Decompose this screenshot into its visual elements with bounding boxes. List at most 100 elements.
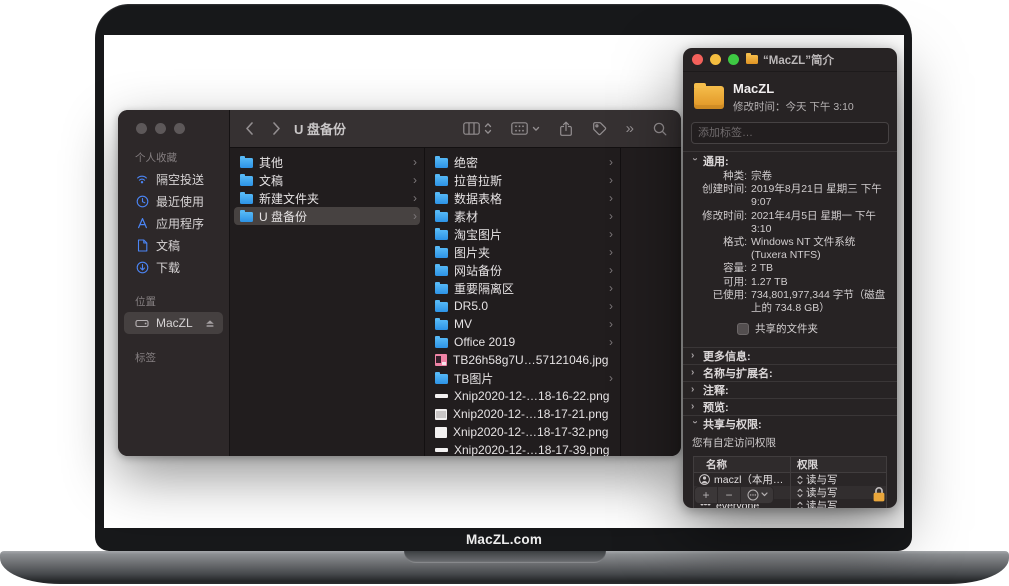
chevron-right-icon: › (609, 264, 613, 276)
ellipsis-circle-icon (747, 489, 759, 501)
folder-row[interactable]: 网站备份 › (425, 261, 620, 279)
chevron-right-icon: › (609, 336, 613, 348)
tag-button[interactable] (592, 121, 607, 136)
folder-icon (435, 194, 448, 204)
section-sharing-permissions[interactable]: ›共享与权限: (683, 415, 897, 432)
disclosure-triangle-icon: › (691, 402, 698, 412)
folder-row[interactable]: MV› (425, 315, 620, 333)
folder-icon (240, 212, 253, 222)
sidebar-item-recents[interactable]: 最近使用 (118, 190, 229, 212)
forward-button[interactable] (271, 121, 282, 136)
disk-icon (135, 317, 149, 329)
back-button[interactable] (244, 121, 255, 136)
info-key: 可用: (691, 276, 747, 289)
file-label: 新建文件夹 (259, 190, 319, 207)
folder-row[interactable]: TB图片 › (425, 369, 620, 387)
folder-row[interactable]: 淘宝图片› (425, 225, 620, 243)
chevron-down-icon (532, 126, 540, 132)
zoom-button[interactable] (728, 54, 739, 65)
volume-name: MacZL (733, 81, 854, 96)
section-preview[interactable]: ›预览: (683, 398, 897, 415)
file-row[interactable]: TB26h58g7U…57121046.jpg (425, 351, 620, 369)
zoom-button[interactable] (174, 123, 185, 134)
folder-icon (435, 302, 448, 312)
folder-row[interactable]: 图片夹 › (425, 243, 620, 261)
file-label: Xnip2020-12-…18-17-21.png (453, 407, 608, 421)
file-row[interactable]: Xnip2020-12-…18-17-32.png (425, 423, 620, 441)
folder-icon (435, 374, 448, 384)
chevron-right-icon: › (413, 210, 417, 222)
disclosure-triangle-icon: › (691, 385, 698, 395)
file-label: 图片夹 (454, 244, 490, 261)
info-key: 容量: (691, 262, 747, 275)
info-key: 已使用: (691, 289, 747, 315)
sidebar-item-applications[interactable]: 应用程序 (118, 212, 229, 234)
file-label: MV (454, 317, 472, 331)
lock-button[interactable] (872, 486, 886, 503)
section-name-extension[interactable]: ›名称与扩展名: (683, 364, 897, 381)
sidebar-item-airdrop[interactable]: 隔空投送 (118, 168, 229, 190)
file-row[interactable]: Xnip2020-12-…18-17-21.png (425, 405, 620, 423)
eject-icon[interactable] (205, 319, 215, 328)
section-general[interactable]: › 通用: (683, 152, 897, 169)
minimize-button[interactable] (710, 54, 721, 65)
chevron-right-icon: › (609, 246, 613, 258)
toolbar-overflow-icon[interactable]: » (626, 121, 634, 136)
search-icon[interactable] (653, 122, 667, 136)
section-comments[interactable]: ›注释: (683, 381, 897, 398)
folder-icon (435, 320, 448, 330)
file-label: 重要隔离区 (454, 280, 514, 297)
chevron-right-icon: › (609, 372, 613, 384)
folder-row[interactable]: 素材› (425, 207, 620, 225)
screenshot-thumbnail (435, 409, 447, 420)
finder-column-1: 其他› 文稿› 新建文件夹› U 盘备份 › (230, 148, 425, 456)
info-value: 2019年8月21日 星期三 下午9:07 (751, 183, 889, 209)
more-options-button[interactable] (741, 487, 773, 503)
file-label: 绝密 (454, 154, 478, 171)
privilege-column-header: 权限 (790, 457, 886, 472)
file-label: TB图片 (454, 370, 493, 387)
folder-row[interactable]: 文稿› (230, 171, 424, 189)
group-by-button[interactable] (511, 122, 540, 135)
view-columns-button[interactable] (463, 122, 492, 135)
finder-column-3-empty (621, 148, 681, 456)
volume-icon-large (694, 86, 724, 109)
file-row[interactable]: Xnip2020-12-…18-16-22.png (425, 387, 620, 405)
file-label: 文稿 (259, 172, 283, 189)
file-row[interactable]: Xnip2020-12-…18-17-39.png (425, 441, 620, 456)
folder-row[interactable]: 其他› (230, 153, 424, 171)
folder-row[interactable]: Office 2019› (425, 333, 620, 351)
minimize-button[interactable] (155, 123, 166, 134)
shared-folder-checkbox[interactable] (737, 323, 749, 335)
folder-row-selected[interactable]: U 盘备份 › (234, 207, 420, 225)
file-label: DR5.0 (454, 299, 488, 313)
section-more-info[interactable]: ›更多信息: (683, 347, 897, 364)
close-button[interactable] (136, 123, 147, 134)
folder-row[interactable]: 拉普拉斯› (425, 171, 620, 189)
folder-row[interactable]: 绝密› (425, 153, 620, 171)
share-button[interactable] (559, 121, 573, 137)
folder-icon (435, 176, 448, 186)
permissions-header: 名称 权限 (694, 457, 886, 473)
folder-row[interactable]: 新建文件夹› (230, 189, 424, 207)
file-label: 网站备份 (454, 262, 502, 279)
close-button[interactable] (692, 54, 703, 65)
file-label: 其他 (259, 154, 283, 171)
info-header: MacZL 修改时间：今天 下午 3:10 (683, 72, 897, 121)
chevron-right-icon: › (609, 282, 613, 294)
disclosure-triangle-icon: › (690, 157, 700, 164)
add-tags-input[interactable] (691, 122, 889, 144)
folder-row[interactable]: 数据表格› (425, 189, 620, 207)
info-value: Windows NT 文件系统 (Tuxera NTFS) (751, 236, 889, 262)
sidebar-item-downloads[interactable]: 下载 (118, 256, 229, 278)
file-label: U 盘备份 (259, 208, 307, 225)
sidebar-item-label: 文稿 (156, 237, 180, 254)
lock-icon (872, 486, 886, 503)
folder-row[interactable]: 重要隔离区 › (425, 279, 620, 297)
add-permission-button[interactable]: + (695, 487, 718, 503)
sidebar-item-documents[interactable]: 文稿 (118, 234, 229, 256)
remove-permission-button[interactable]: − (718, 487, 741, 503)
folder-row[interactable]: DR5.0› (425, 297, 620, 315)
disclosure-triangle-icon: › (691, 368, 698, 378)
sidebar-item-maczl-volume[interactable]: MacZL (124, 312, 223, 334)
